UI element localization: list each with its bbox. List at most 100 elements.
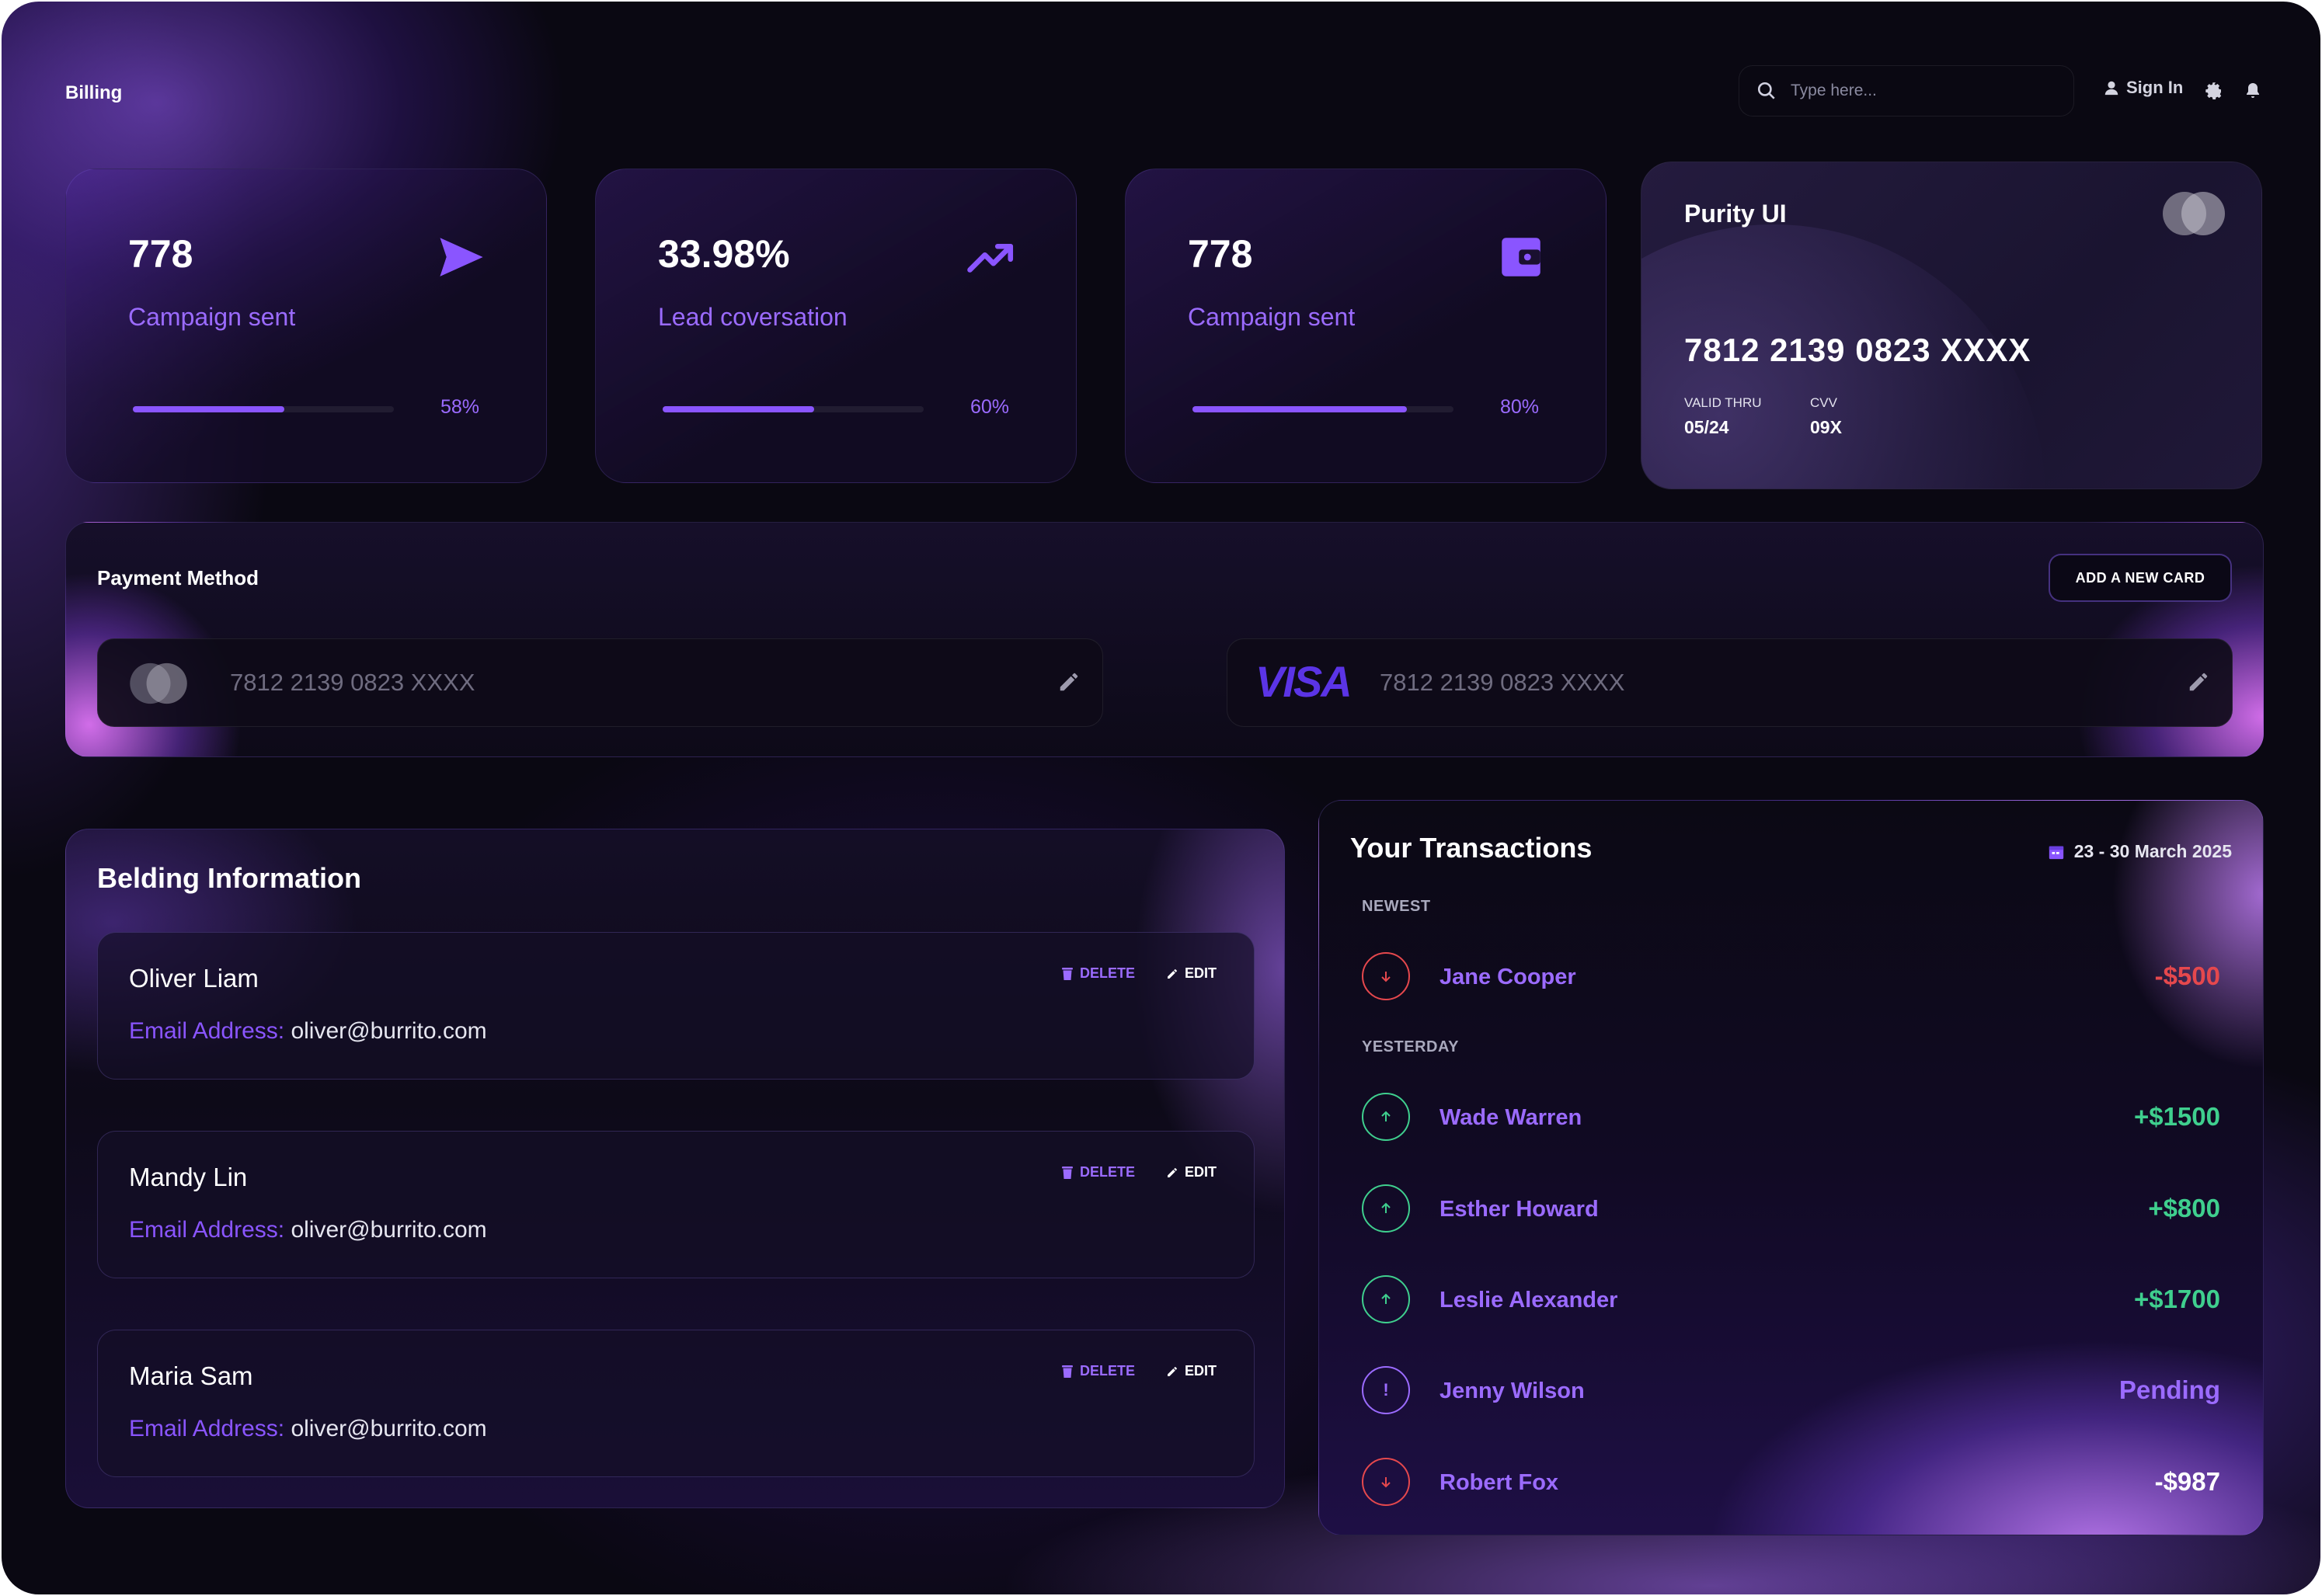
edit-label: EDIT xyxy=(1185,1363,1217,1379)
sign-in-link[interactable]: Sign In xyxy=(2103,78,2183,98)
delete-label: DELETE xyxy=(1080,965,1136,981)
edit-label: EDIT xyxy=(1185,1164,1217,1180)
add-new-card-button[interactable]: ADD A NEW CARD xyxy=(2049,554,2232,602)
transaction-amount: -$500 xyxy=(2154,961,2220,990)
edit-button[interactable]: EDIT xyxy=(1166,965,1217,982)
delete-button[interactable]: DELETE xyxy=(1061,1164,1135,1180)
billing-email: Email Address: oliver@burrito.com xyxy=(129,1416,487,1442)
credit-card: Purity UI 7812 2139 0823 XXXX VALID THRU… xyxy=(1641,162,2262,489)
email-value: oliver@burrito.com xyxy=(291,1018,487,1044)
exclamation-icon: ! xyxy=(1362,1366,1410,1414)
billing-information-title: Belding Information xyxy=(97,862,361,894)
stat-label: Lead coversation xyxy=(658,303,848,331)
transaction-amount: +$1500 xyxy=(2133,1102,2220,1131)
progress-bar xyxy=(663,406,924,412)
billing-name: Oliver Liam xyxy=(129,964,259,993)
transaction-name: Jenny Wilson xyxy=(1440,1379,1585,1403)
billing-email: Email Address: oliver@burrito.com xyxy=(129,1018,487,1045)
billing-item: Maria Sam Email Address: oliver@burrito.… xyxy=(97,1330,1255,1477)
transaction-amount: -$987 xyxy=(2154,1467,2220,1496)
stat-value: 778 xyxy=(1188,232,1253,276)
delete-label: DELETE xyxy=(1080,1363,1136,1379)
transaction-amount: +$1700 xyxy=(2133,1285,2220,1313)
transaction-row[interactable]: Wade Warren +$1500 xyxy=(1362,1093,2220,1141)
wallet-icon xyxy=(1502,238,1540,276)
progress-percent: 58% xyxy=(440,396,479,418)
user-icon xyxy=(2104,81,2118,96)
cvv-value: 09X xyxy=(1810,417,1842,437)
trash-icon xyxy=(1062,1166,1073,1179)
email-value: oliver@burrito.com xyxy=(291,1217,487,1243)
billing-page: Billing Sign In 778 Campaign sent 58% 33… xyxy=(2,2,2320,1594)
transaction-name: Esther Howard xyxy=(1440,1197,1599,1222)
pencil-icon xyxy=(1168,1366,1177,1376)
search-input[interactable] xyxy=(1791,82,2055,100)
date-range[interactable]: 23 - 30 March 2025 xyxy=(2048,841,2232,862)
transaction-row[interactable]: Esther Howard +$800 xyxy=(1362,1184,2220,1233)
page-title: Billing xyxy=(65,82,123,103)
transaction-name: Jane Cooper xyxy=(1440,965,1576,989)
progress-fill xyxy=(133,406,284,412)
card-number: 7812 2139 0823 XXXX xyxy=(1684,332,2031,368)
progress-fill xyxy=(663,406,814,412)
edit-label: EDIT xyxy=(1185,965,1217,981)
payment-method-title: Payment Method xyxy=(97,566,259,589)
transaction-row[interactable]: Robert Fox -$987 xyxy=(1362,1458,2220,1506)
billing-name: Mandy Lin xyxy=(129,1163,248,1191)
gear-icon[interactable] xyxy=(2205,82,2223,100)
visa-logo: VISA xyxy=(1255,657,1352,706)
email-label: Email Address: xyxy=(129,1416,285,1441)
edit-button[interactable]: EDIT xyxy=(1166,1363,1217,1379)
bell-icon[interactable] xyxy=(2244,82,2262,100)
stat-card-campaign-sent-2: 778 Campaign sent 80% xyxy=(1125,169,1607,483)
pencil-icon[interactable] xyxy=(1057,670,1081,694)
card-brand: Purity UI xyxy=(1684,200,1787,228)
transactions-panel: Your Transactions 23 - 30 March 2025 NEW… xyxy=(1318,800,2264,1535)
payment-card-mastercard[interactable]: 7812 2139 0823 XXXX xyxy=(97,638,1103,727)
calendar-icon xyxy=(2049,846,2063,859)
stat-label: Campaign sent xyxy=(1188,303,1356,331)
pencil-icon[interactable] xyxy=(2187,670,2210,694)
arrow-up-icon xyxy=(1362,1184,1410,1233)
date-range-label: 23 - 30 March 2025 xyxy=(2073,841,2232,861)
search-icon xyxy=(1757,82,1775,99)
edit-button[interactable]: EDIT xyxy=(1166,1164,1217,1180)
mastercard-icon xyxy=(2163,192,2225,235)
delete-button[interactable]: DELETE xyxy=(1061,1363,1135,1379)
transaction-row[interactable]: ! Jenny Wilson Pending xyxy=(1362,1366,2220,1414)
transaction-name: Leslie Alexander xyxy=(1440,1288,1618,1313)
cvv-label: CVV xyxy=(1810,395,1837,410)
stat-value: 33.98% xyxy=(658,232,790,276)
transactions-title: Your Transactions xyxy=(1350,832,1593,864)
transaction-name: Robert Fox xyxy=(1440,1470,1559,1495)
arrow-down-icon xyxy=(1362,1458,1410,1506)
delete-button[interactable]: DELETE xyxy=(1061,965,1135,982)
delete-label: DELETE xyxy=(1080,1164,1136,1180)
search-box[interactable] xyxy=(1739,65,2074,116)
arrow-down-icon xyxy=(1362,952,1410,1000)
section-label-yesterday: YESTERDAY xyxy=(1362,1038,1459,1055)
transaction-name: Wade Warren xyxy=(1440,1105,1582,1130)
trending-up-icon xyxy=(967,243,1014,273)
sign-in-label: Sign In xyxy=(2126,78,2184,97)
transaction-row[interactable]: Jane Cooper -$500 xyxy=(1362,952,2220,1000)
transaction-row[interactable]: Leslie Alexander +$1700 xyxy=(1362,1275,2220,1323)
progress-percent: 60% xyxy=(970,396,1009,418)
payment-card-visa[interactable]: VISA 7812 2139 0823 XXXX xyxy=(1227,638,2233,727)
payment-method-panel: Payment Method ADD A NEW CARD 7812 2139 … xyxy=(65,522,2264,757)
progress-bar xyxy=(133,406,394,412)
billing-item: Oliver Liam Email Address: oliver@burrit… xyxy=(97,932,1255,1080)
trash-icon xyxy=(1062,1365,1073,1378)
pencil-icon xyxy=(1168,968,1177,979)
valid-thru-value: 05/24 xyxy=(1684,417,1729,437)
transaction-amount: Pending xyxy=(2118,1375,2220,1404)
email-label: Email Address: xyxy=(129,1018,285,1044)
email-value: oliver@burrito.com xyxy=(291,1416,487,1441)
progress-fill xyxy=(1192,406,1407,412)
stat-card-lead-conversation: 33.98% Lead coversation 60% xyxy=(595,169,1077,483)
valid-thru-label: VALID THRU xyxy=(1684,395,1762,410)
transaction-amount: +$800 xyxy=(2148,1194,2220,1222)
billing-email: Email Address: oliver@burrito.com xyxy=(129,1217,487,1243)
billing-information-panel: Belding Information Oliver Liam Email Ad… xyxy=(65,829,1285,1508)
mastercard-icon xyxy=(130,662,187,704)
